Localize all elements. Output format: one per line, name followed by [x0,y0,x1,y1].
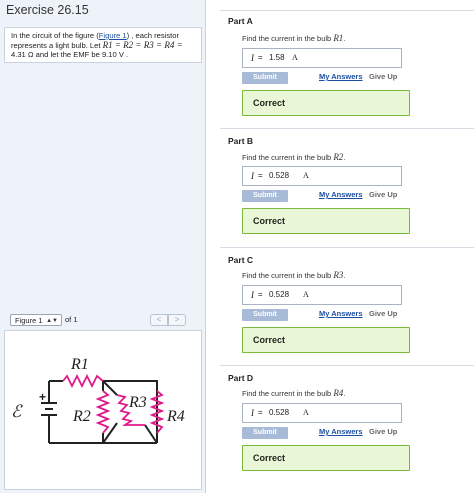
my-answers-link[interactable]: My Answers [319,427,363,436]
give-up-button[interactable]: Give Up [369,427,397,436]
problem-text: 4.31 Ω and let the EMF be 9.10 V . [11,50,129,60]
my-answers-link[interactable]: My Answers [319,309,363,318]
bulb-name: R4 [333,388,344,398]
question-text: Find the current in the bulb [242,34,334,43]
part-divider [220,365,474,366]
part-question: Find the current in the bulb R2. [242,152,346,162]
answer-variable: I [251,53,254,63]
next-figure-button[interactable]: > [168,314,186,326]
exercise-title: Exercise 26.15 [6,3,89,17]
answer-field[interactable]: I = 1.58 A [242,48,402,68]
answer-field[interactable]: I = 0.528 A [242,166,402,186]
correct-feedback: Correct [242,445,410,471]
give-up-button[interactable]: Give Up [369,190,397,199]
answer-variable: I [251,171,254,181]
answer-value: 0.528 [269,290,290,299]
answer-equals: = [258,290,263,299]
my-answers-link[interactable]: My Answers [319,72,363,81]
figure-navigation: Figure 1 ▲▼ of 1 < > [4,311,202,329]
answer-value: 0.528 [269,171,290,180]
answer-unit: A [303,290,309,299]
submit-button[interactable]: Submit [242,190,288,202]
answer-equals: = [258,53,263,62]
updown-arrows-icon: ▲▼ [46,318,58,324]
resistor-r1 [62,373,104,389]
answer-unit: A [303,171,309,180]
resistor-equality: R1 = R2 = R3 = R4 = [102,39,183,50]
question-text: Find the current in the bulb [242,389,334,398]
part-question: Find the current in the bulb R3. [242,270,346,280]
part-title: Part C [228,255,254,265]
question-text: Find the current in the bulb [242,153,334,162]
circuit-wires [48,380,158,444]
answer-equals: = [258,408,263,417]
bulb-name: R2 [333,152,344,162]
part-divider [220,247,474,248]
plus-label: + [39,390,46,404]
previous-figure-button[interactable]: < [150,314,168,326]
right-panel: Part A Find the current in the bulb R1. … [206,0,474,493]
battery-icon [41,402,57,416]
r4-label: R4 [166,408,185,425]
answer-value: 1.58 [269,53,285,62]
part-title: Part B [228,136,254,146]
emf-label: ℰ [11,402,23,421]
problem-text: In the circuit of the figure ( [11,31,99,40]
bulb-name: R1 [333,33,344,43]
submit-button[interactable]: Submit [242,427,288,439]
answer-variable: I [251,408,254,418]
question-text: Find the current in the bulb [242,271,334,280]
answer-unit: A [292,53,298,62]
my-answers-link[interactable]: My Answers [319,190,363,199]
part-question: Find the current in the bulb R1. [242,33,346,43]
submit-button[interactable]: Submit [242,72,288,84]
figure-select-value: Figure 1 [15,316,43,325]
give-up-button[interactable]: Give Up [369,309,397,318]
answer-unit: A [303,408,309,417]
resistor-r2 [95,390,111,434]
correct-feedback: Correct [242,327,410,353]
answer-value: 0.528 [269,408,290,417]
answer-field[interactable]: I = 0.528 A [242,403,402,423]
figure-count: of 1 [65,315,78,324]
r1-label: R1 [70,356,89,373]
give-up-button[interactable]: Give Up [369,72,397,81]
part-divider [220,10,474,11]
part-question: Find the current in the bulb R4. [242,388,346,398]
answer-variable: I [251,290,254,300]
answer-equals: = [258,171,263,180]
submit-button[interactable]: Submit [242,309,288,321]
answer-field[interactable]: I = 0.528 A [242,285,402,305]
part-title: Part A [228,16,253,26]
bulb-name: R3 [333,270,344,280]
circuit-diagram: ℰ + R1 R2 R3 R4 [11,356,185,444]
part-divider [220,128,474,129]
r3-label: R3 [128,394,147,411]
r2-label: R2 [72,408,91,425]
correct-feedback: Correct [242,208,410,234]
part-title: Part D [228,373,254,383]
figure-panel: ℰ + R1 R2 R3 R4 [4,330,202,490]
left-panel: Exercise 26.15 In the circuit of the fig… [0,0,206,493]
problem-statement: In the circuit of the figure (Figure 1) … [4,27,202,63]
correct-feedback: Correct [242,90,410,116]
figure-select[interactable]: Figure 1 ▲▼ [10,314,62,326]
